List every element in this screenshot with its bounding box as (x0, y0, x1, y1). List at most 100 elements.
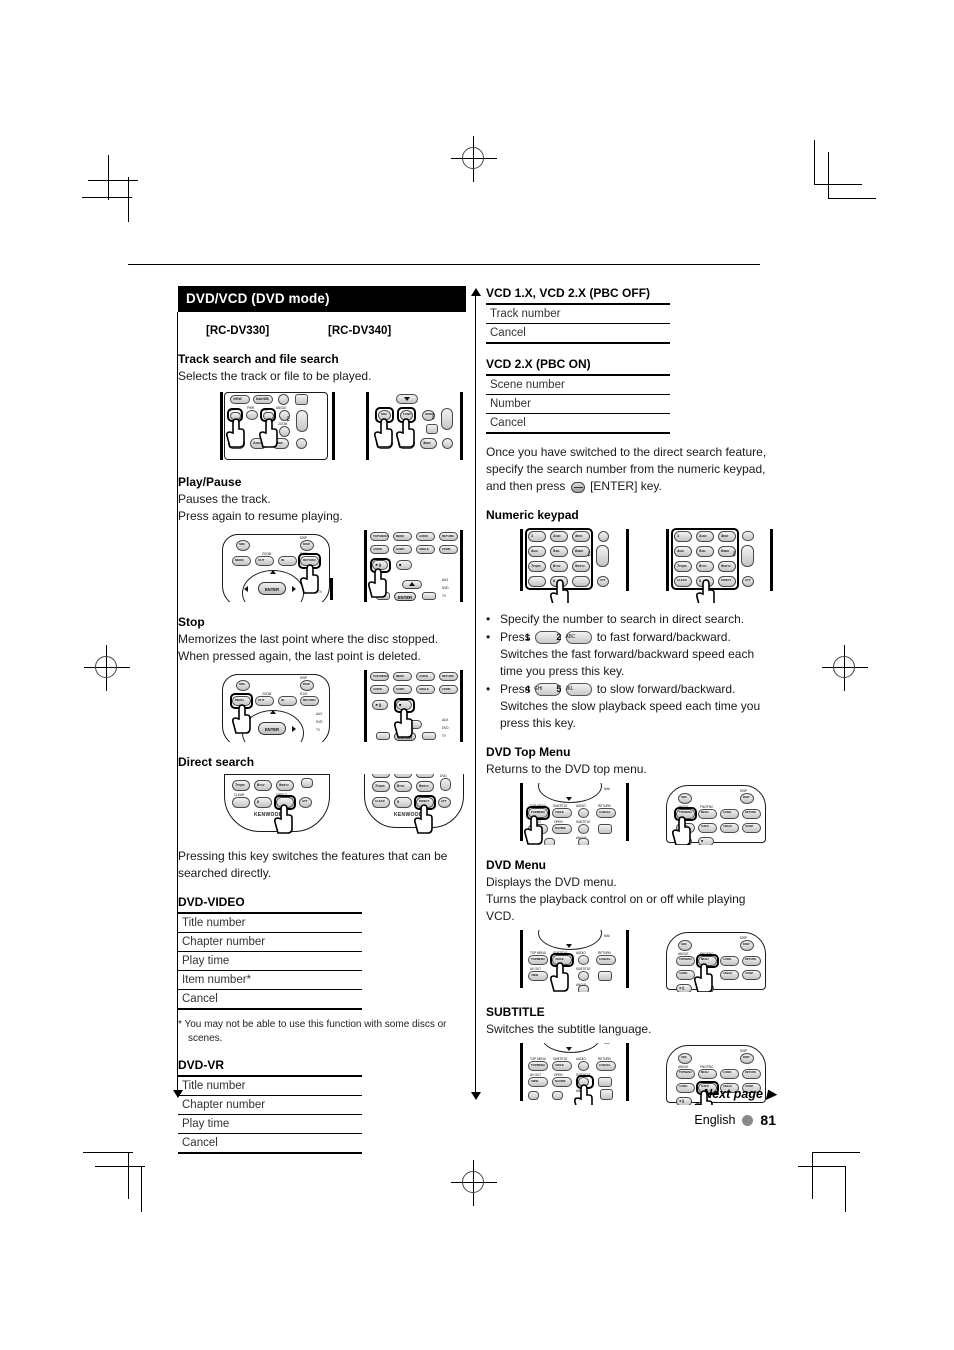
desc-play-pause-1: Pauses the track. (178, 492, 271, 507)
pointing-hand-icon (366, 568, 392, 598)
option-play-time: Play time (178, 951, 362, 972)
table-row: Scene number (486, 374, 670, 395)
illustration-stop: SRC DISP DISP R.DS MENU OUT IN RETURN ZO… (178, 670, 466, 743)
right-column: VCD 1.X, VCD 2.X (PBC OFF) Track number … (486, 286, 776, 1106)
table-row: Title number (178, 1075, 362, 1097)
list-item: •Press 4GHI 5JKL to slow forward/backwar… (486, 682, 761, 731)
pointing-hand-icon (692, 963, 718, 993)
table-row: Track number (486, 303, 670, 324)
desc-stop-2: When pressed again, the last point is de… (178, 649, 421, 664)
option-cancel: Cancel (486, 413, 670, 434)
pointing-hand-icon (224, 418, 250, 448)
illustration-track-search: VIEW NAV/DB ANGLE |<< >>| PWR VOL ZOOM 1… (178, 390, 466, 462)
desc-stop-1: Memorizes the last point where the disc … (178, 632, 439, 647)
footer-language: English (694, 1113, 736, 1127)
pointing-hand-icon (692, 1090, 718, 1106)
heading-track-search: Track search and file search (178, 352, 339, 366)
table-row: Chapter number (178, 932, 362, 953)
illustration-dvd-top-menu: ENTER TV NAV TOP MENU SUBTITLE AUDIO RET… (486, 783, 776, 846)
option-track-number: Track number (486, 303, 670, 324)
table-title-dvd-video: DVD-VIDEO (178, 895, 245, 910)
table-title-vcd-pbc-off: VCD 1.X, VCD 2.X (PBC OFF) (486, 286, 651, 300)
pointing-hand-icon (548, 579, 574, 604)
remote-rc-dv340-stop: TOP MENU MENU AUDIO RETURN AUDIO SUBTI A… (356, 670, 474, 743)
table-dvd-video: Title number Chapter number Play time It… (178, 912, 362, 1011)
right-column-flow-arrow (471, 1092, 481, 1100)
table-row: Cancel (486, 413, 670, 434)
table-row: Cancel (178, 989, 362, 1011)
model-label-rc-dv330: [RC-DV330] (206, 325, 270, 337)
option-scene-number: Scene number (486, 374, 670, 395)
option-title-number: Title number (178, 1075, 362, 1097)
pointing-hand-icon (298, 564, 324, 594)
header-rule (128, 264, 760, 265)
heading-dvd-top-menu: DVD Top Menu (486, 745, 571, 760)
illustration-dvd-menu: ENTER TV NAV TOP MENU SUBTITLE AUDIO RET… (486, 930, 776, 993)
table-title-vcd-pbc-on: VCD 2.X (PBC ON) (486, 357, 591, 371)
table-row: Cancel (178, 1133, 362, 1155)
illustration-numeric-keypad: 1 2ABC 3DEF 4GHI 5JKL 6MNO VOL 7PQRS 8TU… (486, 527, 776, 604)
list-item: • Specify the number to search in direct … (486, 612, 745, 627)
heading-play-pause: Play/Pause (178, 475, 242, 490)
illustration-play-pause: SRC DISP DISP R.DS MENU OUT IN RETURN ZO… (178, 530, 466, 603)
option-cancel: Cancel (178, 989, 362, 1011)
pointing-hand-icon (392, 708, 418, 738)
illustration-direct-search: 7PQRS 8TUV 9WXYZ CLEAR DIRECT 0 ATT KENW… (178, 774, 466, 838)
heading-subtitle: SUBTITLE (486, 1005, 545, 1020)
key-2-icon: 2ABC (556, 631, 593, 645)
remote-rc-dv330-numeric-keypad: 1 2ABC 3DEF 4GHI 5JKL 6MNO VOL 7PQRS 8TU… (508, 527, 648, 604)
option-chapter-number: Chapter number (178, 932, 362, 953)
pointing-hand-icon (412, 804, 438, 834)
left-column: DVD/VCD (DVD mode) [RC-DV330] [RC-DV340]… (178, 286, 466, 1155)
option-chapter-number: Chapter number (178, 1095, 362, 1116)
registration-mark-right (822, 645, 868, 691)
table-vcd-pbc-on: Scene number Number Cancel (486, 374, 670, 434)
heading-direct-search: Direct search (178, 755, 255, 770)
manual-page: DVD/VCD (DVD mode) [RC-DV330] [RC-DV340]… (0, 0, 954, 1350)
footer-page-number: 81 (760, 1112, 776, 1128)
option-play-time: Play time (178, 1114, 362, 1135)
right-column-flow-line (475, 296, 476, 1094)
footnote-item-number: * You may not be able to use this functi… (178, 1019, 447, 1044)
registration-mark-top (451, 136, 497, 182)
pointing-hand-icon (572, 1084, 598, 1106)
model-labels-row: [RC-DV330] [RC-DV340] (178, 325, 466, 337)
remote-rc-dv340-direct-search: 7PQRS 8TUV 9WXYZ DVD CLEAR 0 DIRECT ATT … (356, 774, 474, 838)
section-title-bar: DVD/VCD (DVD mode) (178, 286, 466, 312)
desc-track-search: Selects the track or file to be played. (178, 369, 372, 383)
option-cancel: Cancel (178, 1133, 362, 1155)
heading-dvd-menu: DVD Menu (486, 858, 546, 873)
option-item-number: Item number* (178, 970, 362, 991)
remote-rc-dv340-play-pause: TOP MENU MENU AUDIO RETURN AUDIO SUBTI A… (356, 530, 474, 603)
table-row: Cancel (486, 323, 670, 344)
table-title-dvd-vr: DVD-VR (178, 1058, 225, 1073)
page-footer: English 81 (694, 1112, 776, 1128)
right-column-flow-arrow-up (471, 288, 481, 296)
enter-key-icon (570, 482, 585, 494)
remote-rc-dv340-dvd-menu: SRC DISP DISP ANGLE FNC/FNC TOPMENU MENU… (658, 930, 776, 993)
pointing-hand-icon (272, 804, 298, 834)
desc-play-pause-2: Press again to resume playing. (178, 509, 343, 524)
remote-rc-dv330-play-pause: SRC DISP DISP R.DS MENU OUT IN RETURN ZO… (206, 530, 346, 603)
list-item: •Press 1 2ABC to fast forward/backward. … (486, 630, 755, 679)
remote-rc-dv340-track-search: SRC FUNC OPEN VOL 1 2ABC 3DEF (356, 390, 474, 462)
table-row: Title number (178, 912, 362, 934)
remote-rc-dv340-dvd-top-menu: SRC DISP DISP ANGLE FNC/FNC TOPMENU MENU… (658, 783, 776, 846)
heading-numeric-keypad: Numeric keypad (486, 508, 579, 523)
table-vcd-pbc-off: Track number Cancel (486, 303, 670, 344)
remote-rc-dv330-subtitle: NAV TOP MENU SUBTITLE AUDIO RETURN TOPME… (508, 1043, 648, 1106)
desc-subtitle: Switches the subtitle language. (486, 1022, 652, 1037)
option-title-number: Title number (178, 912, 362, 934)
option-cancel: Cancel (486, 323, 670, 344)
table-dvd-vr: Title number Chapter number Play time Ca… (178, 1075, 362, 1155)
desc-dvd-menu-2: Turns the playback control on or off whi… (486, 892, 746, 924)
pointing-hand-icon (394, 418, 420, 448)
table-row: Number (486, 394, 670, 414)
pointing-hand-icon (522, 815, 548, 846)
desc-dvd-top-menu: Returns to the DVD top menu. (486, 762, 647, 777)
table-row: Play time (178, 951, 362, 972)
keypad-bullet-list: • Specify the number to search in direct … (486, 611, 776, 732)
pointing-hand-icon (548, 962, 574, 993)
remote-rc-dv330-direct-search: 7PQRS 8TUV 9WXYZ CLEAR DIRECT 0 ATT KENW… (206, 774, 346, 838)
desc-direct-search-note: Pressing this key switches the features … (178, 849, 448, 881)
